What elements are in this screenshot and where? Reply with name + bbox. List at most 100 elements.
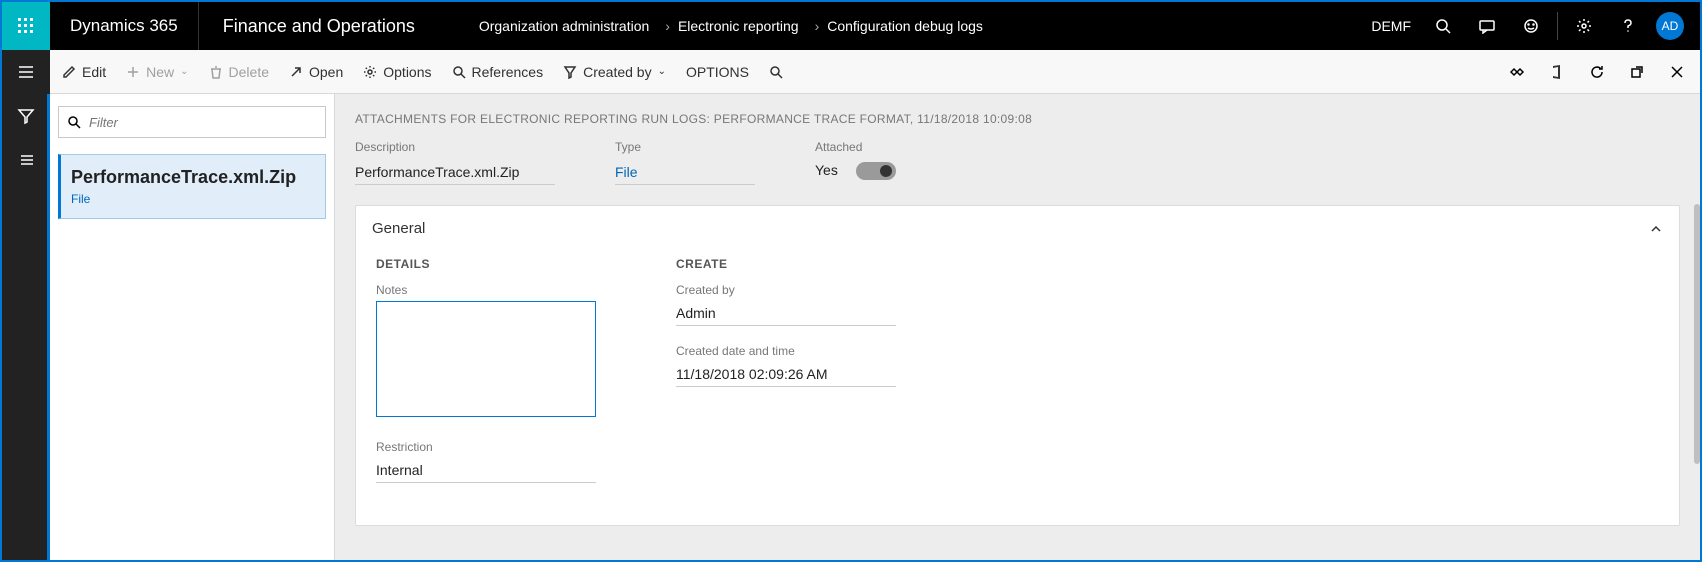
body: Edit New ⌄ Delete Open Options References… [2, 50, 1700, 560]
company-code[interactable]: DEMF [1371, 18, 1411, 34]
refresh-button[interactable] [1586, 61, 1608, 83]
createddate-label: Created date and time [676, 344, 896, 358]
trash-icon [209, 65, 223, 79]
chevron-right-icon: › [815, 18, 820, 34]
pencil-icon [62, 65, 76, 79]
create-column: CREATE Created by Admin Created date and… [676, 257, 896, 501]
toolbar-search-button[interactable] [769, 65, 783, 79]
gear-icon [363, 65, 377, 79]
chevron-right-icon: › [665, 18, 670, 34]
diamond-icon [1509, 65, 1525, 79]
toolbar-right [1506, 61, 1688, 83]
close-button[interactable] [1666, 61, 1688, 83]
header-right: DEMF AD [1371, 2, 1700, 50]
divider [1557, 12, 1558, 40]
description-field: Description PerformanceTrace.xml.Zip [355, 140, 555, 185]
breadcrumb-item[interactable]: Electronic reporting [678, 18, 799, 34]
gear-icon [1576, 18, 1592, 34]
search-icon [452, 65, 466, 79]
open-button[interactable]: Open [289, 64, 343, 80]
options-button[interactable]: Options [363, 64, 431, 80]
rail-list-button[interactable] [2, 138, 50, 182]
restriction-label: Restriction [376, 440, 596, 454]
search-button[interactable] [1423, 2, 1463, 50]
attached-toggle[interactable] [856, 162, 896, 180]
create-heading: CREATE [676, 257, 896, 271]
delete-button[interactable]: Delete [209, 64, 269, 80]
office-icon [1550, 64, 1564, 80]
general-header[interactable]: General [356, 206, 1679, 251]
notes-input[interactable] [376, 301, 596, 417]
chevron-up-icon [1649, 222, 1663, 236]
details-heading: DETAILS [376, 257, 596, 271]
app-launcher-button[interactable] [2, 2, 50, 50]
attached-value: Yes [815, 162, 838, 178]
references-button[interactable]: References [452, 64, 544, 80]
type-value[interactable]: File [615, 160, 755, 185]
main: Edit New ⌄ Delete Open Options References… [50, 50, 1700, 560]
top-header: Dynamics 365 Finance and Operations Orga… [2, 2, 1700, 50]
user-avatar[interactable]: AD [1656, 12, 1684, 40]
general-title: General [372, 220, 425, 237]
rail-filter-button[interactable] [2, 94, 50, 138]
attached-field: Attached Yes [815, 140, 896, 185]
feedback-button[interactable] [1511, 2, 1551, 50]
waffle-icon [17, 17, 35, 35]
createdby-label: Created by [676, 283, 896, 297]
search-icon [1435, 18, 1451, 34]
messages-button[interactable] [1467, 2, 1507, 50]
references-label: References [472, 64, 544, 80]
brand-name[interactable]: Dynamics 365 [50, 2, 199, 50]
list-panel: PerformanceTrace.xml.Zip File [47, 94, 335, 560]
open-icon [289, 65, 303, 79]
options-tab[interactable]: OPTIONS [686, 64, 749, 80]
popout-icon [1630, 65, 1644, 79]
search-icon [769, 65, 783, 79]
list-item[interactable]: PerformanceTrace.xml.Zip File [58, 154, 326, 219]
createdby-label: Created by [583, 64, 651, 80]
createdby-value[interactable]: Admin [676, 301, 896, 326]
search-icon [67, 115, 81, 129]
attached-label: Attached [815, 140, 896, 154]
list-icon [17, 151, 35, 169]
description-value[interactable]: PerformanceTrace.xml.Zip [355, 160, 555, 185]
plus-icon [126, 65, 140, 79]
delete-label: Delete [229, 64, 269, 80]
rail-menu-button[interactable] [2, 50, 50, 94]
filter-input[interactable] [89, 115, 317, 130]
new-label: New [146, 64, 174, 80]
scrollbar[interactable] [1694, 204, 1700, 464]
new-button[interactable]: New ⌄ [126, 64, 188, 80]
refresh-icon [1589, 64, 1605, 80]
edit-button[interactable]: Edit [62, 64, 106, 80]
list-item-subtitle: File [71, 192, 315, 206]
edit-label: Edit [82, 64, 106, 80]
options-caps-label: OPTIONS [686, 64, 749, 80]
restriction-value[interactable]: Internal [376, 458, 596, 483]
module-name: Finance and Operations [199, 16, 439, 37]
content: PerformanceTrace.xml.Zip File Attachment… [50, 94, 1700, 560]
dev-button[interactable] [1506, 61, 1528, 83]
filter-box[interactable] [58, 106, 326, 138]
smiley-icon [1523, 18, 1539, 34]
general-card: General DETAILS Notes Restriction Intern… [355, 205, 1680, 526]
help-button[interactable] [1608, 2, 1648, 50]
createdby-filter[interactable]: Created by ⌄ [563, 64, 666, 80]
breadcrumb-item[interactable]: Configuration debug logs [827, 18, 983, 34]
nav-rail [2, 50, 50, 560]
action-toolbar: Edit New ⌄ Delete Open Options References… [50, 50, 1700, 94]
chevron-down-icon: ⌄ [658, 66, 666, 77]
office-button[interactable] [1546, 61, 1568, 83]
page-subtitle: Attachments for Electronic reporting run… [355, 112, 1680, 126]
createddate-value[interactable]: 11/18/2018 02:09:26 AM [676, 362, 896, 387]
general-body: DETAILS Notes Restriction Internal CREAT… [356, 251, 1679, 525]
chevron-down-icon: ⌄ [180, 66, 188, 77]
breadcrumb-item[interactable]: Organization administration [479, 18, 649, 34]
settings-button[interactable] [1564, 2, 1604, 50]
close-icon [1670, 65, 1684, 79]
help-icon [1620, 18, 1636, 34]
description-label: Description [355, 140, 555, 154]
detail-panel: Attachments for Electronic reporting run… [335, 94, 1700, 560]
header-fields: Description PerformanceTrace.xml.Zip Typ… [355, 140, 1680, 185]
popout-button[interactable] [1626, 61, 1648, 83]
